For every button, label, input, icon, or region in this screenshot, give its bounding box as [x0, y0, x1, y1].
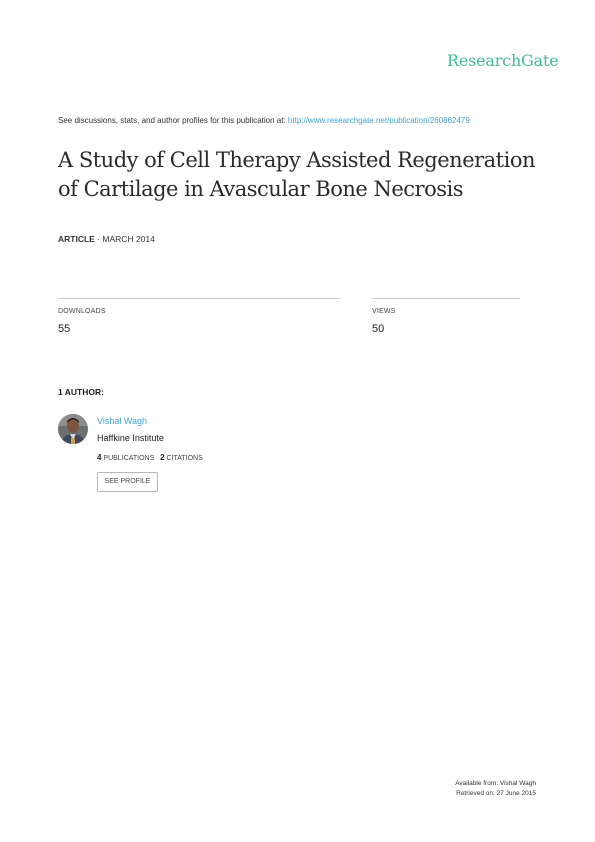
author-photo-icon: [58, 414, 88, 444]
citations-count: 2: [160, 453, 165, 462]
downloads-divider: [58, 298, 340, 299]
publications-label: PUBLICATIONS: [103, 455, 155, 462]
available-from: Available from: Vishal Wagh: [455, 780, 536, 787]
publication-date: · MARCH 2014: [97, 234, 155, 244]
downloads-count: 55: [58, 323, 71, 335]
publications-count: 4: [97, 453, 102, 462]
discussion-text: See discussions, stats, and author profi…: [58, 116, 286, 125]
author-institution: Haffkine Institute: [97, 433, 164, 443]
publication-link[interactable]: http://www.researchgate.net/publication/…: [288, 116, 470, 125]
publication-title: A Study of Cell Therapy Assisted Regener…: [58, 148, 536, 201]
discussion-line: See discussions, stats, and author profi…: [58, 116, 470, 125]
availability-footer: Available from: Vishal Wagh Retrieved on…: [455, 779, 536, 799]
views-label: VIEWS: [372, 308, 396, 315]
authors-heading: 1 AUTHOR:: [58, 387, 104, 397]
retrieved-on: Retrieved on: 27 June 2015: [456, 790, 536, 797]
downloads-label: DOWNLOADS: [58, 308, 106, 315]
views-divider: [372, 298, 520, 299]
author-stats: 4 PUBLICATIONS 2 CITATIONS: [97, 453, 203, 462]
see-profile-button[interactable]: SEE PROFILE: [97, 472, 158, 492]
author-avatar[interactable]: [58, 414, 88, 444]
views-count: 50: [372, 323, 385, 335]
publication-type: ARTICLE: [58, 234, 95, 244]
citations-label: CITATIONS: [166, 455, 203, 462]
researchgate-logo[interactable]: ResearchGate: [447, 51, 559, 70]
author-name-link[interactable]: Vishal Wagh: [97, 416, 147, 426]
publication-meta: ARTICLE · MARCH 2014: [58, 234, 155, 244]
